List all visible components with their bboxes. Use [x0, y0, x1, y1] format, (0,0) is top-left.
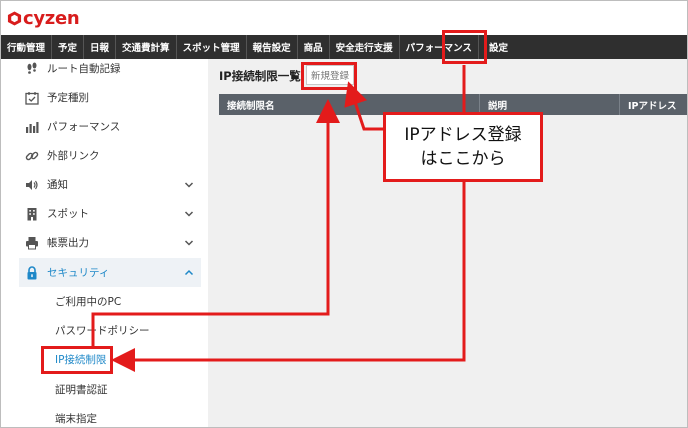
bar-chart-icon	[25, 120, 39, 134]
chevron-down-icon[interactable]	[184, 180, 194, 190]
callout-box: IPアドレス登録 はここから	[383, 112, 543, 182]
highlight-new-button	[301, 62, 357, 90]
page-title: IP接続制限一覧	[219, 69, 301, 83]
chevron-up-icon[interactable]	[184, 268, 194, 278]
lock-icon	[25, 265, 39, 280]
printer-icon	[25, 236, 39, 250]
sidebar-subitem-certificate-auth[interactable]: 証明書認証	[1, 375, 201, 404]
app-window: cyzen 行動管理 予定 日報 交通費計算 スポット管理 報告設定 商品 安全…	[0, 0, 688, 428]
sidebar-item-route[interactable]: ルート自動記録	[1, 54, 201, 83]
sidebar-item-performance[interactable]: パフォーマンス	[1, 112, 201, 141]
building-icon	[25, 207, 39, 221]
chevron-down-icon[interactable]	[184, 209, 194, 219]
calendar-check-icon	[25, 91, 39, 105]
nav-safe-driving[interactable]: 安全走行支援	[330, 35, 400, 59]
sidebar-subitem-pc-in-use[interactable]: ご利用中のPC	[1, 287, 201, 316]
sidebar-item-spot[interactable]: スポット	[1, 199, 201, 228]
sidebar-subitem-device-assign[interactable]: 端末指定	[1, 404, 201, 427]
callout-line-2: はここから	[420, 149, 506, 169]
sidebar-item-form-output[interactable]: 帳票出力	[1, 228, 201, 257]
link-icon	[25, 149, 39, 163]
sidebar-item-schedule-type[interactable]: 予定種別	[1, 83, 201, 112]
sidebar-item-external-link[interactable]: 外部リンク	[1, 141, 201, 170]
cyzen-logo[interactable]: cyzen	[7, 6, 80, 30]
highlight-ip-restriction-item	[41, 346, 113, 374]
sidebar-item-security[interactable]: セキュリティ	[19, 258, 201, 287]
footprints-icon	[25, 62, 39, 76]
highlight-settings-tab	[442, 30, 487, 64]
callout-line-1: IPアドレス登録	[404, 125, 522, 145]
logo-text: cyzen	[23, 7, 80, 29]
sidebar-subitem-password-policy[interactable]: パスワードポリシー	[1, 316, 201, 345]
nav-products[interactable]: 商品	[298, 35, 330, 59]
sidebar-item-notification[interactable]: 通知	[1, 170, 201, 199]
column-header-ip-address[interactable]: IPアドレス	[619, 94, 687, 115]
speaker-icon	[25, 178, 39, 192]
logo-hexagon-icon	[7, 10, 22, 26]
chevron-down-icon[interactable]	[184, 238, 194, 248]
nav-report-settings[interactable]: 報告設定	[247, 35, 298, 59]
